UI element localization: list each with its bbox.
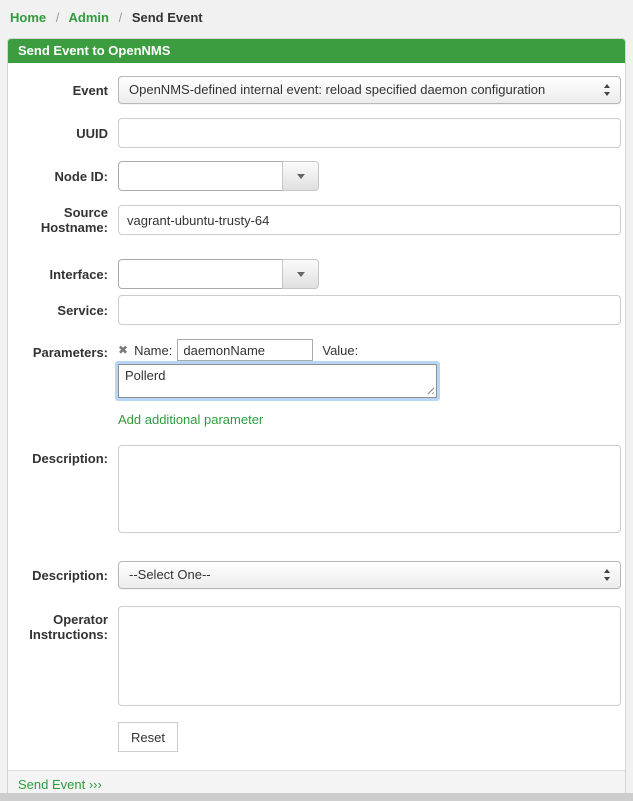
add-parameter-link[interactable]: Add additional parameter — [118, 412, 263, 427]
description-textarea[interactable] — [118, 445, 621, 533]
node-id-label: Node ID: — [8, 169, 108, 184]
interface-dropdown-button[interactable] — [282, 259, 319, 289]
source-hostname-label: Source Hostname: — [8, 205, 108, 235]
node-id-row: Node ID: — [8, 161, 621, 191]
stepper-icon — [604, 84, 611, 96]
interface-row: Interface: — [8, 259, 621, 289]
page-bottom-strip — [0, 793, 633, 801]
source-hostname-row: Source Hostname: — [8, 205, 621, 235]
send-event-form: Event OpenNMS-defined internal event: re… — [8, 63, 625, 770]
parameter-name-input[interactable] — [177, 339, 313, 361]
node-id-input[interactable] — [118, 161, 283, 191]
operator-instructions-label: Operator Instructions: — [8, 606, 108, 706]
uuid-input[interactable] — [118, 118, 621, 148]
page: Home / Admin / Send Event Send Event to … — [0, 0, 633, 801]
description-select-row: Description: --Select One-- — [8, 561, 621, 589]
breadcrumb-current: Send Event — [132, 10, 203, 25]
breadcrumb-link-home[interactable]: Home — [10, 10, 46, 25]
description-select[interactable]: --Select One-- — [118, 561, 621, 589]
send-event-panel: Send Event to OpenNMS Event OpenNMS-defi… — [7, 38, 626, 800]
breadcrumb-link-admin[interactable]: Admin — [69, 10, 109, 25]
chevron-down-icon — [297, 272, 305, 277]
breadcrumb-separator: / — [119, 10, 123, 25]
event-select-value: OpenNMS-defined internal event: reload s… — [129, 82, 545, 97]
description-select-value: --Select One-- — [129, 567, 211, 582]
breadcrumb: Home / Admin / Send Event — [0, 0, 633, 30]
description-select-label: Description: — [8, 568, 108, 583]
description-row: Description: — [8, 445, 621, 533]
parameters-label: Parameters: — [8, 339, 108, 427]
description-label: Description: — [8, 445, 108, 533]
operator-instructions-row: Operator Instructions: — [8, 606, 621, 706]
interface-label: Interface: — [8, 267, 108, 282]
node-id-dropdown-button[interactable] — [282, 161, 319, 191]
reset-button[interactable]: Reset — [118, 722, 178, 752]
stepper-icon — [604, 569, 611, 581]
parameter-value-label: Value: — [322, 343, 358, 358]
service-input[interactable] — [118, 295, 621, 325]
service-label: Service: — [8, 303, 108, 318]
operator-instructions-textarea[interactable] — [118, 606, 621, 706]
parameter-value-textarea[interactable]: Pollerd — [118, 364, 437, 398]
event-select[interactable]: OpenNMS-defined internal event: reload s… — [118, 76, 621, 104]
event-row: Event OpenNMS-defined internal event: re… — [8, 76, 621, 104]
uuid-row: UUID — [8, 118, 621, 148]
source-hostname-input[interactable] — [118, 205, 621, 235]
breadcrumb-separator: / — [56, 10, 60, 25]
parameter-name-label: Name: — [134, 343, 172, 358]
uuid-label: UUID — [8, 126, 108, 141]
parameters-row: Parameters: ✖ Name: Value: Pollerd Add a… — [8, 339, 621, 427]
send-event-link[interactable]: Send Event ››› — [18, 777, 102, 792]
remove-parameter-icon[interactable]: ✖ — [118, 344, 128, 356]
event-label: Event — [8, 83, 108, 98]
chevron-down-icon — [297, 174, 305, 179]
interface-input[interactable] — [118, 259, 283, 289]
panel-title: Send Event to OpenNMS — [8, 39, 625, 63]
service-row: Service: — [8, 295, 621, 325]
reset-row: Reset — [8, 722, 621, 752]
